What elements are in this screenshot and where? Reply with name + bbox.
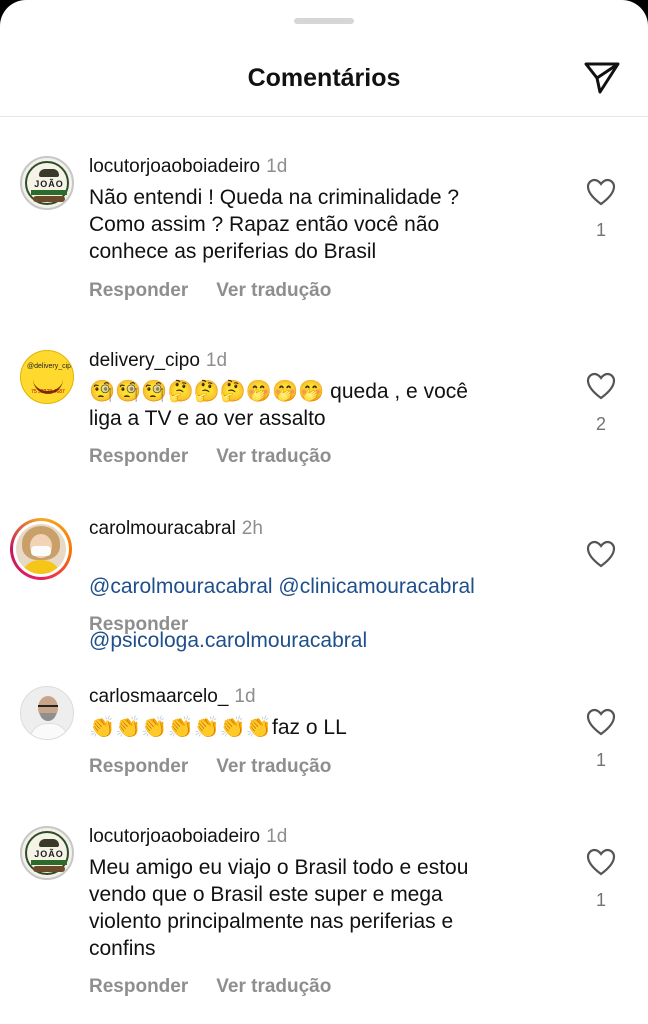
username[interactable]: locutorjoaoboiadeiro [89,826,260,847]
like-count: 2 [595,414,606,434]
avatar-cattle [33,196,65,202]
hat-shape [39,169,59,177]
heart-icon[interactable] [586,372,616,400]
emoji-sequence: 🧐🧐🧐🤔🤔🤔🤭🤭🤭 [89,380,325,403]
story-ring [13,521,69,577]
avatar-beard [40,713,56,721]
avatar-logo: JOÃO [25,831,69,875]
comment-actions: Responder Ver tradução [89,756,359,778]
comment-text: 👏👏👏👏👏👏👏faz o LL [89,714,569,741]
avatar-mask [31,546,51,556]
heart-icon[interactable] [586,178,616,206]
like-count: 1 [595,220,606,240]
avatar-cattle [33,866,65,872]
heart-icon[interactable] [586,848,616,876]
avatar-phone-text: 75 98228-4687 [31,389,65,395]
reply-button[interactable]: Responder [89,976,188,997]
comment-text: Meu amigo eu viajo o Brasil todo e estou… [89,856,469,960]
comment-item: JOÃO locutorjoaoboiadeiro 1d Não entendi … [0,150,648,320]
avatar[interactable]: JOÃO [20,156,74,210]
comment-text: Não entendi ! Queda na criminalidade ? C… [89,186,460,263]
comment-actions: Responder Ver tradução [89,976,359,998]
translate-button[interactable]: Ver tradução [216,280,331,301]
avatar[interactable]: @delivery_cipo 75 98228-4687 [20,350,74,404]
avatar-band [31,860,67,865]
translate-button[interactable]: Ver tradução [216,976,331,997]
page-title: Comentários [247,64,401,92]
avatar[interactable] [20,686,74,740]
comment-author[interactable]: locutorjoaoboiadeiro 1d [89,156,287,178]
avatar-shirt [20,560,62,574]
comment-author[interactable]: carlosmaarcelo_ 1d [89,686,256,708]
comment-item: carolmouracabral 2h @carolmouracabral @cl… [0,512,648,662]
avatar-body [29,723,69,739]
comment-time: 1d [266,826,288,847]
like-count: 1 [595,890,606,910]
reply-button[interactable]: Responder [89,446,188,467]
reply-button[interactable]: Responder [89,280,188,301]
mention-link[interactable]: @carolmouracabral [89,575,273,598]
avatar-glasses [38,705,58,711]
avatar-handle-text: @delivery_cipo [27,363,74,370]
username[interactable]: carolmouracabral [89,518,236,539]
avatar[interactable]: JOÃO [20,826,74,880]
comment-text: 🧐🧐🧐🤔🤔🤔🤭🤭🤭 queda , e você liga a TV e ao … [89,378,569,432]
comment-time: 1d [266,156,288,177]
comment-author[interactable]: delivery_cipo 1d [89,350,227,372]
comment-author[interactable]: carolmouracabral 2h [89,518,263,540]
avatar-logo-text: JOÃO [34,179,64,189]
mention-link[interactable]: @clinicamouracabral [278,575,474,598]
heart-icon[interactable] [586,540,616,568]
reply-button[interactable]: Responder [89,756,188,777]
heart-icon[interactable] [586,708,616,736]
comment-body: faz o LL [272,716,347,739]
avatar-logo-text: JOÃO [34,849,64,859]
hat-shape [39,839,59,847]
username[interactable]: locutorjoaoboiadeiro [89,156,260,177]
username[interactable]: carlosmaarcelo_ [89,686,228,707]
comment-item: @delivery_cipo 75 98228-4687 delivery_ci… [0,344,648,494]
drag-handle[interactable] [294,18,354,24]
comment-item: carlosmaarcelo_ 1d 👏👏👏👏👏👏👏faz o LL Respon… [0,680,648,800]
header: Comentários [0,40,648,117]
translate-button[interactable]: Ver tradução [216,446,331,467]
comment-actions: Responder Ver tradução [89,446,359,468]
comment-time: 1d [205,350,228,371]
avatar-logo: JOÃO [25,161,69,205]
username[interactable]: delivery_cipo [89,350,200,371]
comment-item: JOÃO locutorjoaoboiadeiro 1d Meu amigo eu… [0,820,648,1020]
avatar[interactable] [10,518,72,580]
emoji-sequence: 👏👏👏👏👏👏👏 [89,716,273,739]
translate-button[interactable]: Ver tradução [216,756,331,777]
comments-sheet: Comentários JOÃO locutorjoaoboiadeiro 1d … [0,0,648,1024]
comment-actions: Responder [89,614,216,636]
comment-actions: Responder Ver tradução [89,280,359,302]
comment-author[interactable]: locutorjoaoboiadeiro 1d [89,826,287,848]
comment-text: @carolmouracabral @clinicamouracabral @p… [89,546,569,654]
comment-time: 2h [241,518,263,539]
reply-button[interactable]: Responder [89,614,188,635]
like-count: 1 [595,750,606,770]
avatar-band [31,190,67,195]
comment-time: 1d [234,686,256,707]
send-icon[interactable] [582,58,622,98]
avatar-photo [16,524,66,574]
